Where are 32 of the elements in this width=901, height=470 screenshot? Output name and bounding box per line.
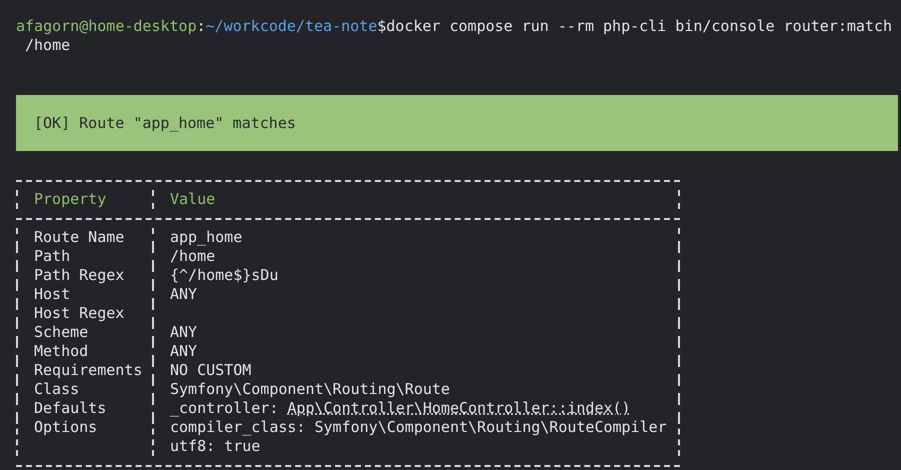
property-value: NO CUSTOM [170,361,252,379]
property-value: app_home [170,228,242,246]
property-value: ANY [170,323,198,341]
property-value: /home [170,247,216,265]
user-host: afagorn@home-desktop [16,17,197,35]
prompt-separator: : [196,17,206,35]
property-value: {^/home$}sDu [170,266,278,284]
property-value: _controller: [170,399,280,417]
prompt-symbol: $ [377,17,386,35]
property-name: Options [34,418,98,436]
property-name: Scheme [34,323,88,341]
property-name: Path Regex [34,266,124,284]
property-name: Requirements [34,361,142,379]
property-value: utf8: true [170,437,260,455]
property-name: Host [34,285,70,303]
property-value: ANY [170,285,198,303]
column-header: Property [34,190,106,208]
command-argument: /home [25,36,70,54]
property-name: Class [34,380,80,398]
property-name: Route Name [34,228,124,246]
property-value: ANY [170,342,198,360]
prompt-path: ~/workcode/tea-note [206,17,378,35]
property-name: Host Regex [34,304,124,322]
status-message: [OK] Route "app_home" matches [34,114,296,132]
command-text: docker compose run --rm php-cli bin/console router:match [386,17,892,35]
column-header: Value [170,190,216,208]
property-name: Path [34,247,70,265]
property-name: Method [34,342,88,360]
property-value: Symfony\Component\Routing\Route [170,380,450,398]
property-value: compiler_class: Symfony\Component\Routing\RouteCompiler [170,418,667,436]
controller-link[interactable]: App\Controller\HomeController::index() [287,399,631,417]
property-name: Defaults [34,399,106,417]
